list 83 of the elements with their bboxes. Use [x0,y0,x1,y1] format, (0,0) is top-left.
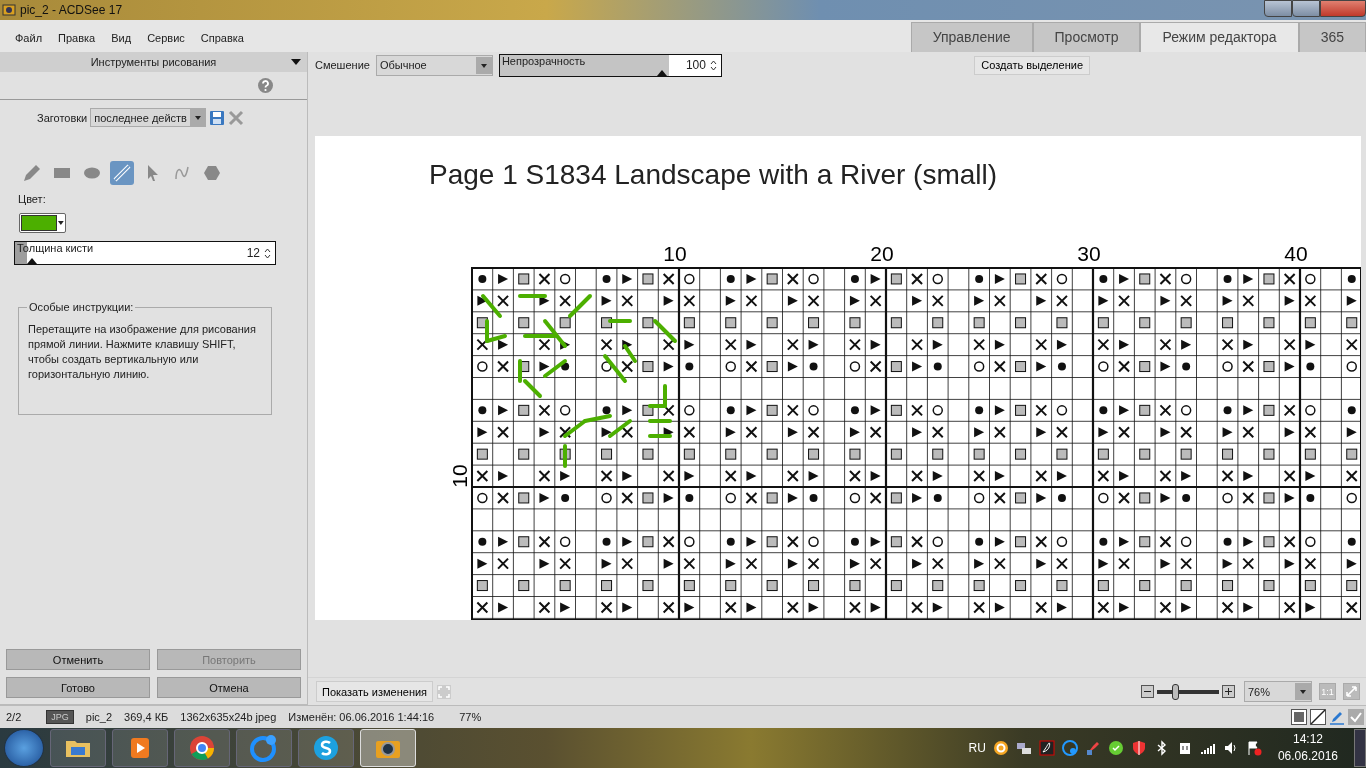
save-icon[interactable] [209,109,226,126]
pdf-icon[interactable] [1038,740,1055,756]
speaker-icon[interactable] [1222,740,1239,756]
mode-tab[interactable]: Просмотр [1032,22,1141,52]
mode-tab[interactable]: Режим редактора [1140,22,1299,52]
taskbar-button[interactable] [298,729,354,767]
flag-icon[interactable] [1245,740,1262,756]
format-badge: JPG [46,710,74,724]
window-title: pic_2 - ACDSee 17 [20,3,123,17]
color-picker[interactable] [19,213,66,233]
shield-icon[interactable] [1130,740,1147,756]
taskbar-button[interactable] [174,729,230,767]
blend-dropdown[interactable]: Обычное [375,54,493,76]
language-indicator[interactable]: RU [968,741,986,755]
modified-date: Изменён: 06.06.2016 1:44:16 [288,711,435,723]
image-position: 2/2 [6,711,22,723]
caret-icon [58,221,64,225]
brush-size-label: Толщина кисти [17,242,94,254]
line-tool-icon[interactable] [110,161,134,185]
checkmark-icon [1348,709,1364,725]
square-icon [1291,709,1307,725]
minimize-button[interactable] [1264,0,1292,17]
panel-button[interactable]: Отменить [6,649,150,670]
column-number: 30 [1077,242,1101,265]
app-icon [2,3,16,17]
zoom-out-icon[interactable] [1141,685,1154,698]
panel-button[interactable]: Готово [6,677,150,698]
show-desktop-button[interactable] [1354,729,1366,767]
menu-item[interactable]: Правка [58,32,96,44]
create-selection-button[interactable]: Создать выделение [974,55,1090,75]
spin-icon[interactable] [709,59,717,71]
clock-time[interactable]: 14:12 [1292,731,1323,748]
file-name: pic_2 [85,711,113,723]
mode-tab[interactable]: 365 [1298,22,1366,52]
zoom-level: 77% [459,711,482,723]
chrome-icon [187,733,217,763]
row-number: 10 [448,464,471,488]
computers-icon[interactable] [1015,740,1032,756]
slider-value: 12 [246,246,260,260]
color-label: Цвет: [17,192,47,205]
close-button[interactable] [1320,0,1366,17]
opacity-label: Непрозрачность [501,54,586,67]
pen-icon [1329,709,1345,725]
ring-icon[interactable] [992,740,1009,756]
start-button[interactable] [4,729,44,767]
brush-size-slider[interactable]: Толщина кисти 12 [14,241,276,265]
presets-label: Заготовки [37,111,88,124]
mode-tab[interactable]: Управление [910,22,1033,52]
zoom-in-icon[interactable] [1222,685,1235,698]
spin-icon[interactable] [264,247,271,259]
zoom-slider-thumb[interactable] [1172,683,1180,700]
zoom-dropdown[interactable]: 76% [1244,681,1312,702]
chat-check-icon[interactable] [1107,740,1124,756]
opacity-slider[interactable]: Непрозрачность 100 [498,53,722,77]
slider-thumb[interactable] [656,69,667,76]
maximize-button[interactable] [1292,0,1320,17]
file-size: 369,4 КБ [124,711,169,723]
globe-icon [249,733,279,763]
circle-info-icon[interactable] [1061,740,1078,756]
slider-thumb[interactable] [26,258,37,264]
taskbar-button[interactable] [50,729,106,767]
chart-title: Page 1 S1834 Landscape with a River (small) [429,159,998,190]
brush-icon[interactable] [1084,740,1101,756]
show-changes-button[interactable]: Показать изменения [316,681,434,702]
diagonal-icon [1310,709,1326,725]
help-icon[interactable] [258,78,273,93]
blend-label: Смешение [315,59,370,71]
column-number: 40 [1284,242,1308,265]
clock-date[interactable]: 06.06.2016 [1277,748,1338,765]
menu-item[interactable]: Справка [200,32,244,44]
instructions-text: Перетащите на изображение для рисования прямой линии. Нажмите клавишу SHIFT, чтобы создать вертикальную или горизонтальную линию. [28,322,257,382]
menu-item[interactable]: Файл [15,32,43,44]
column-number: 10 [663,242,687,265]
skype-icon [311,733,341,763]
panel-header: Инструменты рисования [0,52,307,72]
menu-item[interactable]: Вид [111,32,132,44]
menu-item[interactable]: Сервис [147,32,185,44]
panel-button[interactable]: Отмена [157,677,301,698]
column-number: 20 [870,242,894,265]
slider-value: 100 [685,58,706,72]
image-dimensions: 1362x635x24b jpeg [180,711,277,723]
instructions-title: Особые инструкции: [27,300,136,315]
presets-dropdown[interactable]: последнее действ [90,108,207,127]
